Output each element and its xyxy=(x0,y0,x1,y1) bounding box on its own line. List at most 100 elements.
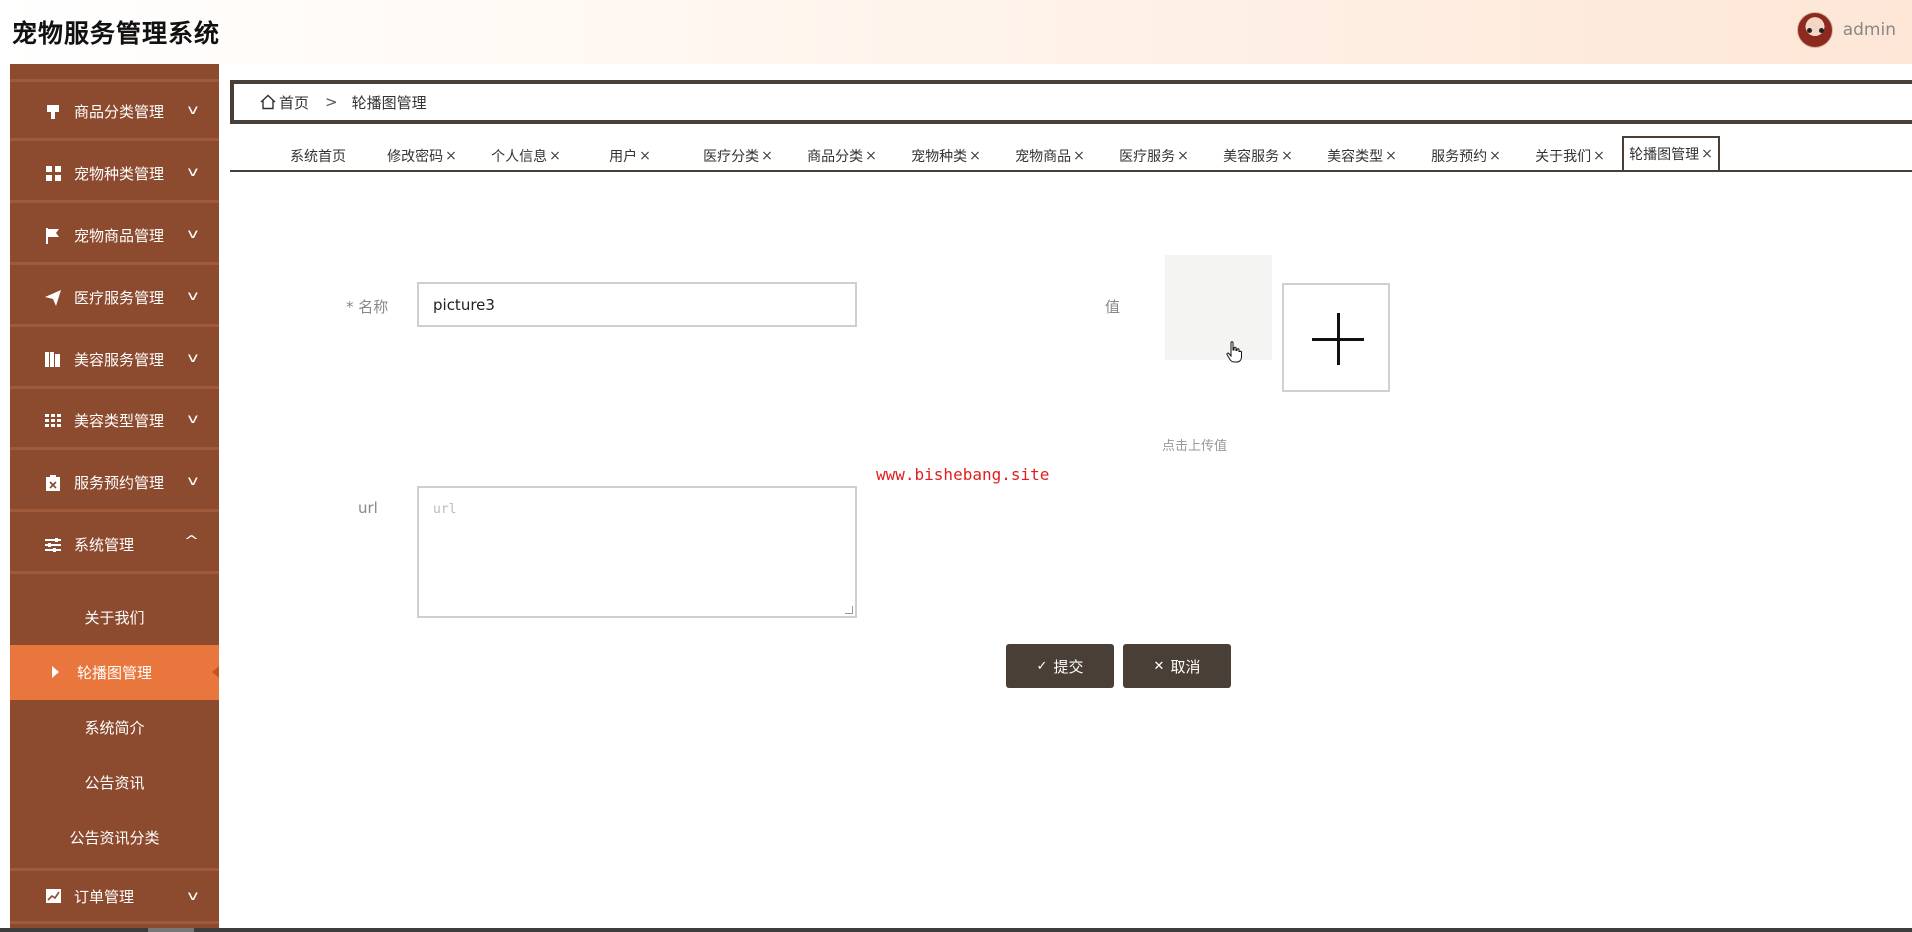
tab-label: 个人信息 xyxy=(491,149,548,165)
tab-about-us[interactable]: 关于我们 × xyxy=(1518,140,1622,172)
uploaded-image-thumbnail[interactable] xyxy=(1165,255,1272,360)
tab-label: 关于我们 xyxy=(1535,149,1592,165)
close-icon[interactable]: × xyxy=(1385,148,1397,164)
sidebar-item-label: 宠物商品管理 xyxy=(74,227,165,245)
close-icon[interactable]: × xyxy=(969,148,981,164)
image-upload-button[interactable] xyxy=(1282,283,1390,392)
submit-button[interactable]: ✓ 提交 xyxy=(1006,644,1114,688)
tab-label: 医疗服务 xyxy=(1119,149,1176,165)
tab-beauty-service[interactable]: 美容服务 × xyxy=(1206,140,1310,172)
chevron-down-icon: v xyxy=(187,474,199,489)
tab-label: 宠物种类 xyxy=(911,149,968,165)
sidebar-subitem-announcement-category[interactable]: 公告资讯分类 xyxy=(10,810,219,865)
chevron-down-icon: v xyxy=(187,103,199,118)
chart-line-icon xyxy=(44,887,62,905)
close-icon[interactable]: × xyxy=(1701,146,1713,162)
active-indicator-icon xyxy=(212,666,219,678)
sidebar-item-label: 医疗服务管理 xyxy=(74,289,165,307)
tab-label: 系统首页 xyxy=(290,149,346,165)
breadcrumb-home[interactable]: 首页 xyxy=(279,92,309,113)
close-icon[interactable]: × xyxy=(1593,148,1605,164)
grid-icon xyxy=(44,165,62,183)
tab-beauty-type[interactable]: 美容类型 × xyxy=(1310,140,1414,172)
close-icon[interactable]: × xyxy=(639,148,651,164)
sidebar-subitem-label: 关于我们 xyxy=(84,609,145,627)
breadcrumb: 首页 > 轮播图管理 xyxy=(230,80,1912,124)
sidebar-subitem-about[interactable]: 关于我们 xyxy=(10,590,219,645)
tab-label: 用户 xyxy=(609,149,638,165)
sidebar-subitem-carousel[interactable]: 轮播图管理 xyxy=(10,645,219,700)
sidebar-subitem-label: 轮播图管理 xyxy=(76,664,152,682)
sidebar-item-beauty-service[interactable]: 美容服务管理 v xyxy=(10,333,219,389)
sidebar-item-label: 订单管理 xyxy=(74,887,135,906)
tab-profile[interactable]: 个人信息 × xyxy=(478,140,574,172)
close-icon[interactable]: × xyxy=(1177,148,1189,164)
url-placeholder: url xyxy=(433,502,457,517)
tab-medical-category[interactable]: 医疗分类 × xyxy=(686,140,790,172)
sliders-icon xyxy=(44,536,62,554)
tab-medical-service[interactable]: 医疗服务 × xyxy=(1102,140,1206,172)
name-input[interactable]: picture3 xyxy=(417,282,857,327)
home-icon[interactable] xyxy=(260,94,276,110)
sidebar-item-beauty-type[interactable]: 美容类型管理 v xyxy=(10,394,219,450)
sidebar-item-pet-products[interactable]: 宠物商品管理 v xyxy=(10,209,219,265)
check-icon: ✓ xyxy=(1036,658,1048,673)
username[interactable]: admin xyxy=(1843,20,1896,40)
top-header: 宠物服务管理系统 admin xyxy=(0,0,1912,64)
sidebar-item-system[interactable]: 系统管理 ^ xyxy=(10,518,219,574)
plus-icon xyxy=(1312,313,1364,365)
tab-users[interactable]: 用户 × xyxy=(582,140,678,172)
tab-service-booking[interactable]: 服务预约 × xyxy=(1414,140,1518,172)
sidebar-subitem-system-intro[interactable]: 系统简介 xyxy=(10,700,219,755)
sidebar-item-product-category[interactable]: 商品分类管理 v xyxy=(10,85,219,141)
sidebar-item-medical-service[interactable]: 医疗服务管理 v xyxy=(10,271,219,327)
submit-button-label: 提交 xyxy=(1053,658,1084,676)
tab-carousel-management[interactable]: 轮播图管理 × xyxy=(1622,136,1720,170)
tab-label: 美容类型 xyxy=(1327,149,1384,165)
tab-home[interactable]: 系统首页 xyxy=(270,140,366,172)
watermark: www.bishebang.site xyxy=(876,465,1050,484)
book-icon xyxy=(44,351,62,369)
close-icon[interactable]: × xyxy=(865,148,877,164)
tab-pet-products[interactable]: 宠物商品 × xyxy=(998,140,1102,172)
sidebar-item-service-booking[interactable]: 服务预约管理 v xyxy=(10,456,219,512)
close-icon[interactable]: × xyxy=(1281,148,1293,164)
avatar[interactable] xyxy=(1796,12,1833,48)
tab-pet-species[interactable]: 宠物种类 × xyxy=(894,140,998,172)
sidebar: 商品分类管理 v 宠物种类管理 v 宠物商品管理 v 医疗服务管理 v 美容服务… xyxy=(10,64,219,932)
cancel-button[interactable]: ✕ 取消 xyxy=(1123,644,1231,688)
sidebar-item-orders[interactable]: 订单管理 v xyxy=(10,868,219,924)
sidebar-subitem-label: 系统简介 xyxy=(84,719,145,737)
breadcrumb-current: 轮播图管理 xyxy=(351,93,427,112)
breadcrumb-separator: > xyxy=(325,93,338,111)
chevron-up-icon: ^ xyxy=(183,534,200,549)
tab-label: 修改密码 xyxy=(387,149,444,165)
caret-right-icon xyxy=(52,666,59,678)
close-icon[interactable]: × xyxy=(1489,148,1501,164)
sidebar-subitem-announcements[interactable]: 公告资讯 xyxy=(10,755,219,810)
sidebar-item-label: 系统管理 xyxy=(74,536,135,554)
tab-product-category[interactable]: 商品分类 × xyxy=(790,140,894,172)
close-icon[interactable]: × xyxy=(1073,148,1085,164)
resize-handle[interactable] xyxy=(845,606,853,614)
close-icon[interactable]: × xyxy=(549,148,561,164)
close-icon[interactable]: × xyxy=(761,148,773,164)
sidebar-subitem-label: 公告资讯 xyxy=(84,774,145,792)
sidebar-item-pet-species[interactable]: 宠物种类管理 v xyxy=(10,147,219,203)
tab-label: 宠物商品 xyxy=(1015,149,1072,165)
user-menu[interactable]: admin xyxy=(1796,12,1896,48)
value-label: 值 xyxy=(1105,298,1121,316)
close-icon[interactable]: × xyxy=(445,148,457,164)
app-title: 宠物服务管理系统 xyxy=(12,19,221,48)
upload-hint: 点击上传值 xyxy=(1162,439,1228,454)
clipboard-x-icon xyxy=(44,474,62,492)
sidebar-item-hidden-top[interactable] xyxy=(10,64,219,82)
scrollbar-thumb[interactable] xyxy=(148,928,194,932)
bottom-scrollbar[interactable] xyxy=(0,928,1912,932)
name-label: * 名称 xyxy=(346,298,389,316)
close-icon: ✕ xyxy=(1153,658,1165,673)
tab-label: 服务预约 xyxy=(1431,149,1488,165)
tab-change-password[interactable]: 修改密码 × xyxy=(374,140,470,172)
url-textarea[interactable]: url xyxy=(417,486,857,618)
chevron-down-icon: v xyxy=(187,889,199,904)
